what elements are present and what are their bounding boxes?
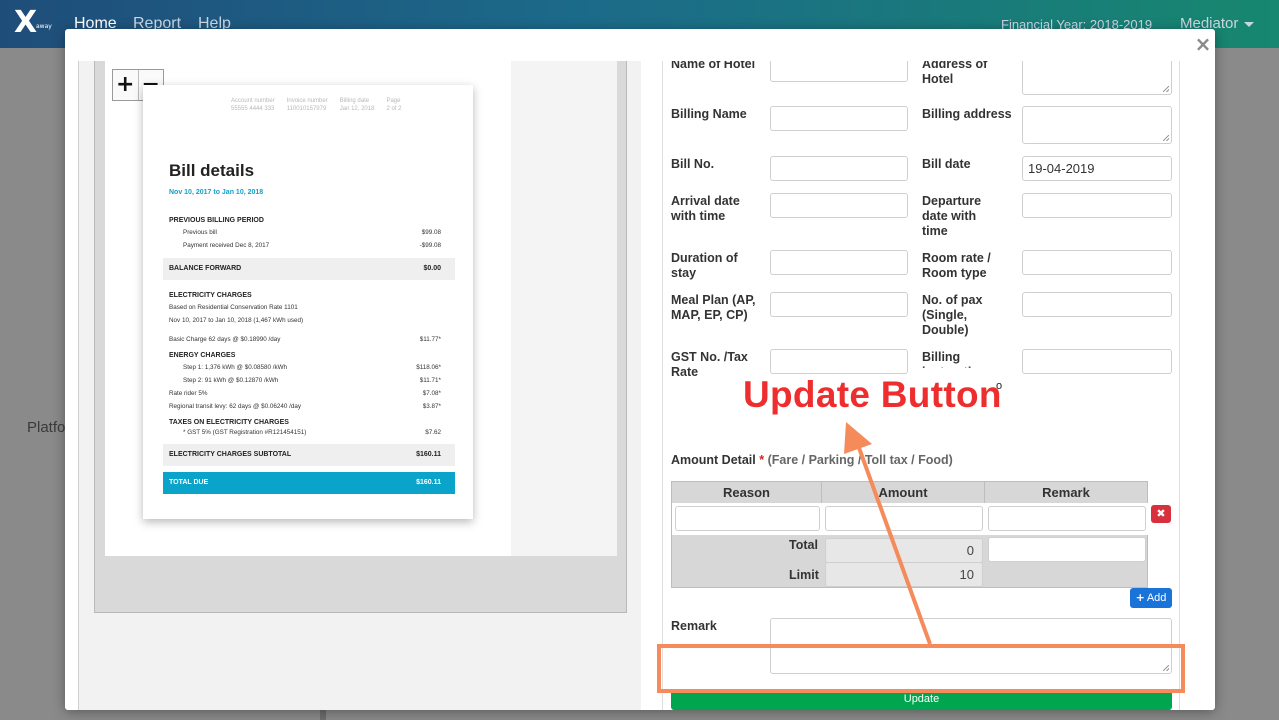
total-remark-input[interactable] (988, 537, 1146, 562)
bill-account: Account number 55555 4444 333 (231, 98, 275, 112)
annotation-highlight-box (657, 644, 1185, 693)
amount-input[interactable] (825, 506, 983, 531)
bill-line: Basic Charge 62 days @ $0.18990 /day $11.… (169, 336, 441, 343)
panel-border-left (662, 61, 663, 710)
gst-input[interactable] (770, 349, 908, 374)
bill-no-input[interactable] (770, 156, 908, 181)
pax-input[interactable] (1022, 292, 1172, 317)
bill-balance-bar: BALANCE FORWARD $0.00 (163, 258, 455, 280)
viewer-side-strip (511, 61, 617, 556)
annotation-mark: o (996, 380, 1003, 392)
zoom-in-button[interactable]: + (113, 70, 138, 100)
room-rate-input[interactable] (1022, 250, 1172, 275)
limit-value: 10 (825, 562, 983, 587)
bill-section-heading: TAXES ON ELECTRICITY CHARGES (169, 419, 289, 426)
close-icon[interactable]: × (1194, 33, 1212, 55)
bill-note: Based on Residential Conservation Rate 1… (169, 304, 298, 311)
bill-period: Nov 10, 2017 to Jan 10, 2018 (169, 189, 264, 196)
bill-note: Nov 10, 2017 to Jan 10, 2018 (1,467 kWh … (169, 317, 304, 324)
amount-detail-heading: Amount Detail * (Fare / Parking / Toll t… (671, 453, 953, 467)
bill-section-heading: ELECTRICITY CHARGES (169, 292, 252, 299)
address-of-hotel-textarea[interactable] (1022, 61, 1172, 95)
background-platform-text: Platfo (27, 419, 66, 436)
plus-icon: + (1135, 591, 1145, 604)
meal-plan-label: Meal Plan (AP, MAP, EP, CP) (671, 293, 756, 322)
logo-mark: X (14, 5, 38, 40)
bill-line: Rate rider 5% $7.08* (169, 390, 441, 397)
required-mark: * (759, 453, 765, 467)
meal-plan-input[interactable] (770, 292, 908, 317)
bill-subtotal-bar: ELECTRICITY CHARGES SUBTOTAL $160.11 (163, 444, 455, 466)
departure-input[interactable] (1022, 193, 1172, 218)
brand-logo[interactable]: X away (14, 5, 52, 40)
bill-no-label: Bill No. (671, 157, 715, 171)
bill-body: PREVIOUS BILLING PERIOD Previous bill $99… (163, 209, 455, 494)
bill-page: Page 2 of 2 (386, 98, 402, 112)
table-row (672, 503, 1149, 535)
name-of-hotel-input[interactable] (770, 61, 908, 82)
bill-invoice: Invoice number 110010157979 (286, 98, 328, 112)
annotation-label: Update Button (743, 374, 1002, 415)
billing-address-label: Billing address (922, 107, 1012, 121)
duration-label: Duration of stay (671, 251, 738, 280)
bill-line: Payment received Dec 8, 2017 -$99.08 (183, 242, 441, 249)
logo-subtext: away (36, 23, 52, 30)
billing-instruction-input[interactable] (1022, 349, 1172, 374)
amount-hint: (Fare / Parking / Toll tax / Food) (767, 453, 953, 467)
bill-document: Account number 55555 4444 333 Invoice num… (143, 85, 473, 519)
bill-line: Previous bill $99.08 (183, 229, 441, 236)
name-of-hotel-label: Name of Hotel (671, 61, 756, 71)
billing-instruction-label: Billing instruction (922, 350, 987, 368)
remark-label: Remark (671, 619, 717, 633)
table-header-reason: Reason (672, 482, 822, 503)
billing-name-label: Billing Name (671, 107, 747, 121)
room-rate-label: Room rate / Room type (922, 251, 991, 280)
pax-label: No. of pax (Single, Double) (922, 293, 983, 337)
panel-border-right (1179, 61, 1180, 710)
total-label: Total (789, 538, 818, 552)
limit-label: Limit (789, 568, 819, 582)
bill-section-heading: ENERGY CHARGES (169, 352, 236, 359)
departure-label: Departure date with time (922, 194, 982, 238)
arrival-label: Arrival date with time (671, 194, 740, 223)
remark-row-input[interactable] (988, 506, 1146, 531)
bill-line: Step 1: 1,376 kWh @ $0.08580 /kWh $118.06… (183, 364, 441, 371)
bill-date-label: Bill date (922, 157, 971, 171)
bill-line: Regional transit levy: 62 days @ $0.0624… (169, 403, 441, 410)
table-header-remark: Remark (1042, 485, 1090, 500)
arrival-input[interactable] (770, 193, 908, 218)
amount-table: Reason Amount Remark Total 0 Limit 10 (671, 481, 1149, 588)
duration-input[interactable] (770, 250, 908, 275)
bill-line: * GST 5% (GST Registration #R121454151) $… (183, 429, 441, 436)
bill-section-heading: PREVIOUS BILLING PERIOD (169, 217, 264, 224)
add-row-button[interactable]: + Add (1130, 588, 1172, 608)
billing-name-input[interactable] (770, 106, 908, 131)
bill-date-input[interactable]: 19-04-2019 (1022, 156, 1172, 181)
bill-header: Account number 55555 4444 333 Invoice num… (231, 97, 401, 113)
total-value: 0 (825, 538, 983, 563)
bill-billing-date: Billing date Jan 12, 2018 (339, 98, 375, 112)
bill-modal: × + − Account number55555 4444 333 Invoi… (65, 29, 1215, 710)
bill-title: Bill details (169, 161, 255, 180)
address-of-hotel-label: Address of Hotel (922, 61, 988, 86)
bill-total-bar: TOTAL DUE $160.11 (163, 472, 455, 494)
table-header-amount: Amount (822, 482, 985, 503)
reason-input[interactable] (675, 506, 820, 531)
bill-line: Step 2: 91 kWh @ $0.12870 /kWh $11.71* (183, 377, 441, 384)
delete-row-icon[interactable]: ✖ (1151, 505, 1171, 523)
billing-address-textarea[interactable] (1022, 106, 1172, 144)
